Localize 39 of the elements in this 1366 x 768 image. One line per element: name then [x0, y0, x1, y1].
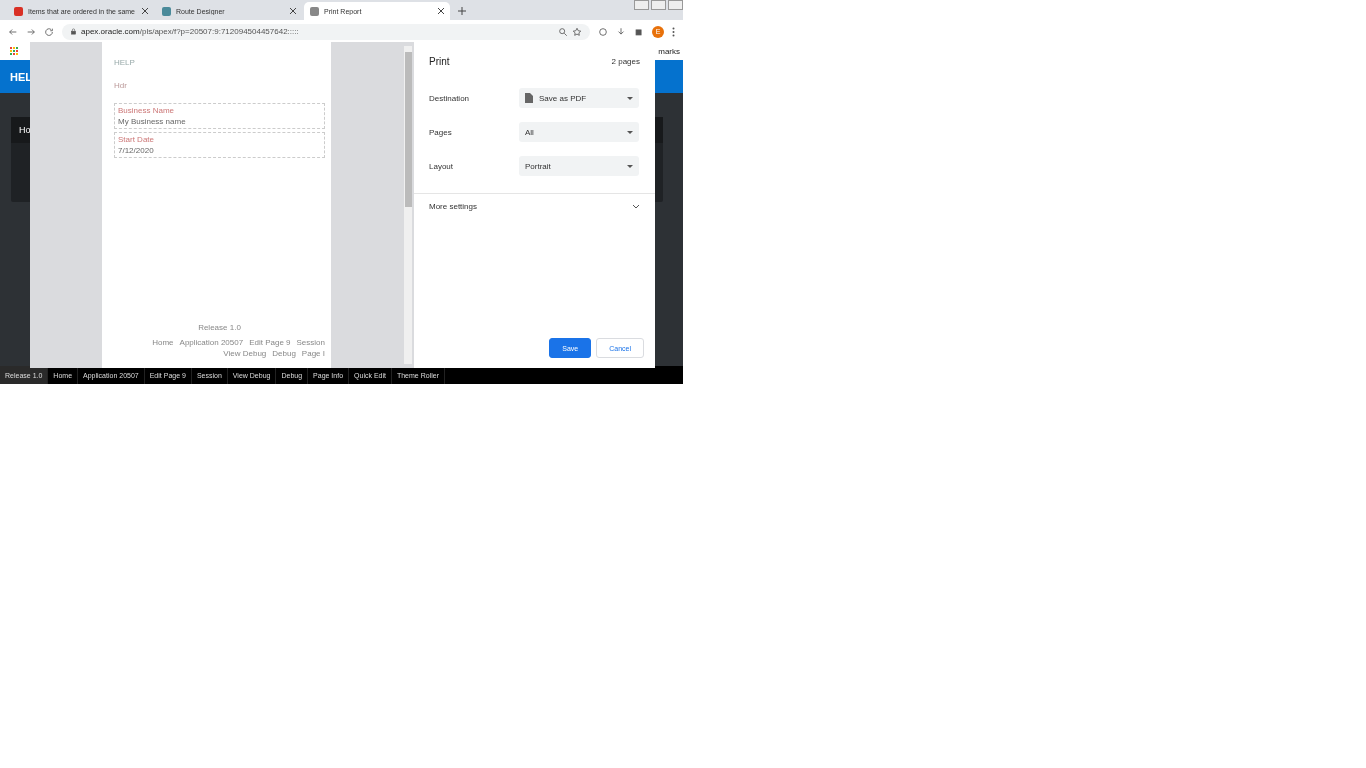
setting-label: Layout	[429, 161, 455, 171]
page-count: 2 pages	[611, 57, 640, 66]
setting-select[interactable]: Save as PDF	[519, 88, 639, 108]
card-title: Ho	[19, 125, 31, 135]
favicon-icon	[14, 6, 23, 16]
bookmarks-label[interactable]: marks	[658, 47, 680, 56]
address-field[interactable]: apex.oracle.com/pls/apex/f?p=20507:9:712094504457642:::::	[62, 23, 590, 40]
more-settings-toggle[interactable]: More settings	[414, 193, 655, 219]
setting-select[interactable]: Portrait	[519, 156, 639, 176]
app-title: HEL	[10, 70, 32, 83]
favicon-icon	[162, 6, 171, 16]
scrollbar[interactable]	[404, 46, 412, 364]
close-icon[interactable]	[290, 8, 296, 14]
preview-field: Business Name My Business name	[114, 103, 325, 129]
reload-icon	[44, 26, 54, 37]
preview-region-title: Hdr	[114, 81, 128, 90]
back-arrow-icon	[8, 26, 18, 37]
star-icon	[572, 26, 582, 37]
preview-field: Start Date 7/12/2020	[114, 132, 325, 158]
favicon-icon	[310, 6, 319, 16]
zoom-icon	[558, 26, 568, 37]
setting-select[interactable]: All	[519, 122, 639, 142]
minimize-icon[interactable]	[634, 0, 649, 10]
close-icon[interactable]	[142, 8, 148, 14]
new-tab-icon[interactable]	[458, 7, 466, 15]
lock-icon	[70, 28, 77, 35]
download-icon	[616, 26, 626, 37]
document-icon	[525, 93, 533, 103]
setting-label: Pages	[429, 127, 453, 137]
close-icon[interactable]	[438, 8, 444, 14]
apps-grid-icon[interactable]	[10, 47, 19, 56]
setting-label: Destination	[429, 93, 471, 103]
restore-icon[interactable]	[651, 0, 666, 10]
chevron-icon	[632, 203, 640, 210]
preview-app-title: HELP	[114, 58, 135, 67]
forward-arrow-icon	[26, 26, 36, 37]
preview-footer: Release 1.0	[198, 323, 241, 332]
dialog-title: Print	[429, 56, 450, 67]
menu-icon[interactable]	[672, 26, 675, 37]
